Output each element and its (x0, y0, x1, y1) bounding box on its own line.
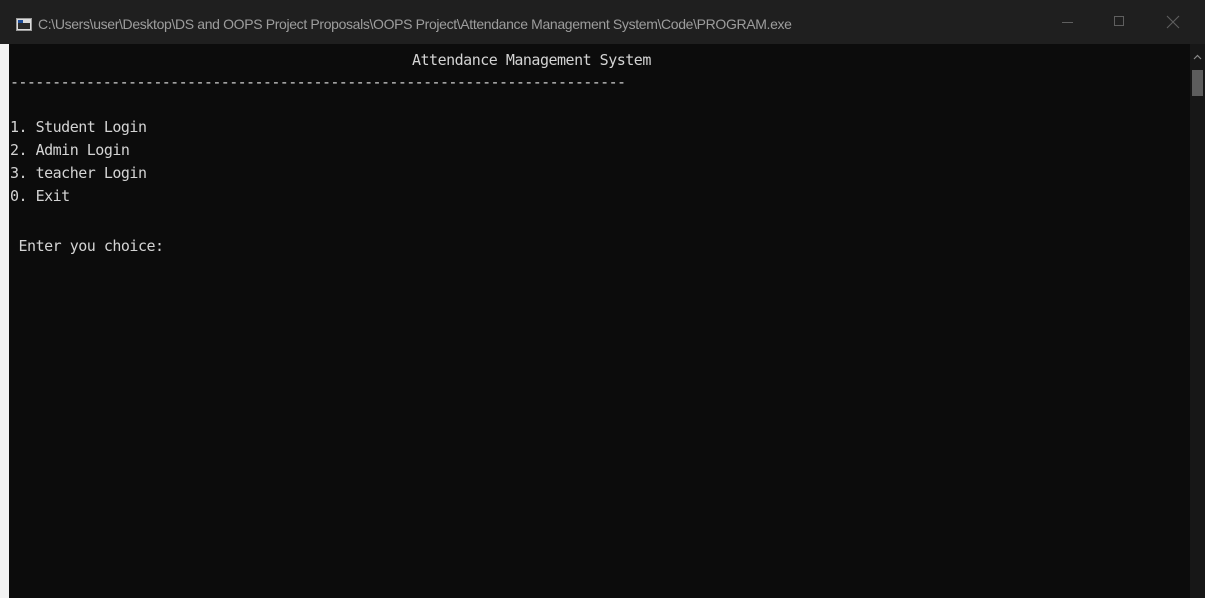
minimize-button[interactable] (1044, 0, 1090, 44)
minimize-icon (1062, 22, 1073, 23)
choice-prompt[interactable]: Enter you choice: (10, 237, 165, 255)
vertical-scrollbar[interactable] (1190, 44, 1205, 598)
menu-item-exit: 0. Exit (10, 187, 70, 205)
maximize-icon (1114, 16, 1124, 26)
window-title: C:\Users\user\Desktop\DS and OOPS Projec… (38, 16, 792, 32)
chevron-up-icon (1193, 54, 1202, 60)
menu-item-student-login: 1. Student Login (10, 118, 147, 136)
title-bar[interactable]: C:\Users\user\Desktop\DS and OOPS Projec… (0, 0, 1205, 44)
close-icon (1166, 15, 1180, 29)
console-window: C:\Users\user\Desktop\DS and OOPS Projec… (0, 0, 1205, 598)
menu-item-teacher-login: 3. teacher Login (10, 164, 147, 182)
menu-item-admin-login: 2. Admin Login (10, 141, 130, 159)
scrollbar-thumb[interactable] (1192, 70, 1203, 96)
maximize-button[interactable] (1096, 0, 1142, 44)
window-left-border (0, 44, 9, 598)
console-app-icon[interactable] (16, 18, 32, 31)
console-header: Attendance Management System (412, 51, 651, 69)
console-output[interactable]: Attendance Management System -----------… (0, 44, 1190, 598)
console-separator: ----------------------------------------… (10, 73, 626, 91)
close-button[interactable] (1150, 0, 1196, 44)
